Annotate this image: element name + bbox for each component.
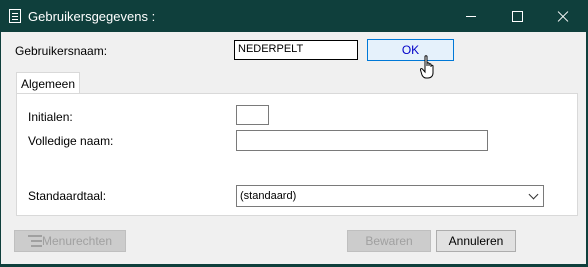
- default-language-select[interactable]: (standaard): [236, 185, 544, 207]
- window-title: Gebruikersgegevens :: [28, 9, 156, 24]
- hand-cursor-icon: [420, 55, 434, 79]
- form-icon: [9, 9, 21, 23]
- tab-algemeen[interactable]: Algemeen: [16, 72, 80, 94]
- ok-button-label: OK: [401, 43, 420, 57]
- full-name-input[interactable]: [236, 130, 488, 151]
- menu-rights-icon: [28, 235, 42, 248]
- maximize-button[interactable]: [494, 1, 540, 32]
- username-input[interactable]: NEDERPELT: [234, 40, 358, 60]
- username-label: Gebruikersnaam:: [15, 44, 108, 58]
- full-name-label: Volledige naam:: [28, 134, 114, 148]
- default-language-value: (standaard): [240, 190, 297, 202]
- chevron-down-icon: [528, 189, 539, 200]
- user-details-dialog: Gebruikersgegevens : Gebruikersnaam: NED…: [1, 1, 586, 264]
- minimize-button[interactable]: [448, 1, 494, 32]
- ok-button[interactable]: OK: [367, 39, 454, 61]
- close-icon: [557, 11, 569, 23]
- cancel-button[interactable]: Annuleren: [436, 230, 516, 252]
- save-button[interactable]: Bewaren: [347, 230, 431, 252]
- username-value: NEDERPELT: [238, 43, 304, 55]
- minimize-icon: [466, 16, 476, 17]
- title-bar: Gebruikersgegevens :: [1, 1, 586, 32]
- menu-rights-label: Menurechten: [41, 234, 113, 248]
- save-button-label: Bewaren: [365, 234, 413, 248]
- initials-label: Initialen:: [28, 110, 73, 124]
- tab-algemeen-label: Algemeen: [20, 76, 76, 91]
- initials-input[interactable]: [236, 105, 269, 125]
- maximize-icon: [511, 11, 523, 22]
- cancel-button-label: Annuleren: [448, 234, 504, 248]
- default-language-label: Standaardtaal:: [28, 189, 107, 203]
- menu-rights-button[interactable]: Menurechten: [14, 230, 126, 252]
- close-button[interactable]: [540, 1, 586, 32]
